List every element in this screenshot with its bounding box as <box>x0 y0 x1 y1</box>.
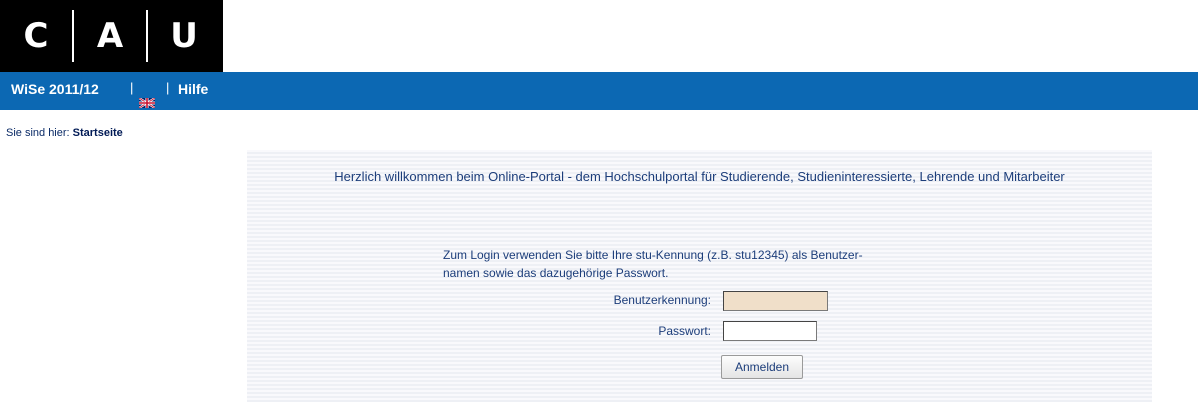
breadcrumb: Sie sind hier: Startseite <box>6 127 123 139</box>
uk-flag-icon[interactable] <box>138 95 156 109</box>
username-label: Benutzerkennung: <box>613 293 711 307</box>
logo-letter-u: U <box>170 16 198 56</box>
login-button[interactable]: Anmelden <box>721 355 803 379</box>
password-field[interactable] <box>723 321 817 341</box>
breadcrumb-prefix: Sie sind hier: <box>6 127 70 139</box>
username-field[interactable] <box>723 291 828 311</box>
login-instructions-line: Zum Login verwenden Sie bitte Ihre stu-K… <box>443 248 863 262</box>
logo-letter-c: C <box>23 16 49 56</box>
password-label: Passwort: <box>658 324 711 338</box>
header: C A U <box>0 0 1198 72</box>
nav-separator: | <box>166 80 170 95</box>
top-navbar: WiSe 2011/12 | | Hilfe <box>0 72 1198 110</box>
semester-label[interactable]: WiSe 2011/12 <box>11 81 99 97</box>
nav-separator: | <box>130 80 134 95</box>
breadcrumb-current[interactable]: Startseite <box>73 127 123 139</box>
login-panel: Herzlich willkommen beim Online-Portal -… <box>247 150 1152 402</box>
cau-logo[interactable]: C A U <box>0 0 223 72</box>
welcome-text: Herzlich willkommen beim Online-Portal -… <box>334 169 1065 184</box>
login-instructions-line: namen sowie das dazugehörige Passwort. <box>443 266 669 280</box>
logo-letter-a: A <box>96 16 124 56</box>
login-instructions: Zum Login verwenden Sie bitte Ihre stu-K… <box>443 246 983 282</box>
help-link[interactable]: Hilfe <box>178 81 208 97</box>
